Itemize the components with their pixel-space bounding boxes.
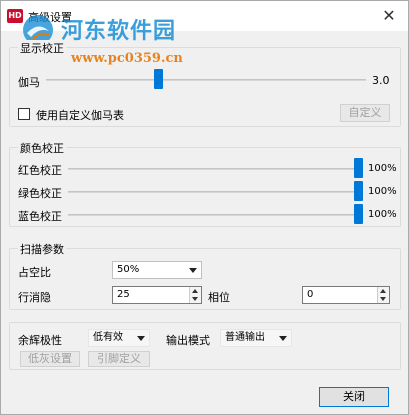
afterglow-polarity-select[interactable]: 低有效 — [88, 329, 150, 347]
color-correction-title: 颜色校正 — [18, 140, 66, 156]
app-icon: HD — [7, 9, 23, 23]
close-button[interactable]: 关闭 — [319, 387, 389, 407]
green-slider-track[interactable] — [68, 191, 358, 193]
close-icon[interactable]: ✕ — [378, 6, 400, 26]
title-bar[interactable]: HD 高级设置 ✕ — [1, 1, 408, 31]
duty-cycle-value: 50% — [117, 264, 140, 275]
phase-spin-buttons[interactable] — [377, 287, 389, 303]
line-blank-spinbox[interactable]: 25 — [112, 286, 202, 304]
phase-label: 相位 — [208, 291, 230, 304]
afterglow-polarity-value: 低有效 — [93, 332, 123, 343]
display-correction-group: 显示校正 伽马 3.0 使用自定义伽马表 自定义 — [9, 40, 401, 127]
spin-up-icon[interactable] — [192, 289, 198, 293]
line-blank-value: 25 — [117, 289, 130, 300]
gamma-value: 3.0 — [372, 74, 390, 87]
gamma-label: 伽马 — [18, 76, 40, 89]
blue-correction-value: 100% — [368, 209, 397, 220]
duty-cycle-select[interactable]: 50% — [112, 261, 202, 279]
duty-cycle-label: 占空比 — [18, 266, 51, 279]
color-correction-group: 颜色校正 红色校正 100% 绿色校正 100% 蓝色校正 100% — [9, 140, 401, 227]
settings-dialog: HD 高级设置 ✕ 河东软件园 www.pc0359.cn 显示校正 伽马 3.… — [0, 0, 409, 415]
green-correction-label: 绿色校正 — [18, 187, 62, 200]
window-title: 高级设置 — [28, 11, 72, 24]
output-mode-select[interactable]: 普通输出 — [220, 329, 292, 347]
phase-value: 0 — [307, 289, 314, 300]
line-blank-spin-buttons[interactable] — [189, 287, 201, 303]
red-slider-track[interactable] — [68, 168, 358, 170]
chevron-down-icon — [137, 336, 145, 341]
green-slider-thumb[interactable] — [354, 181, 363, 201]
custom-gamma-button[interactable]: 自定义 — [340, 104, 390, 122]
output-mode-value: 普通输出 — [225, 332, 265, 343]
spin-up-icon[interactable] — [380, 289, 386, 293]
blue-correction-label: 蓝色校正 — [18, 210, 62, 223]
red-slider-thumb[interactable] — [354, 158, 363, 178]
scan-parameters-group: 扫描参数 占空比 50% 行消隐 25 相位 0 — [9, 241, 401, 310]
gamma-slider-thumb[interactable] — [154, 69, 163, 89]
output-mode-label: 输出模式 — [166, 334, 210, 347]
gamma-slider-track[interactable] — [46, 79, 366, 81]
spin-down-icon[interactable] — [192, 297, 198, 301]
line-blank-label: 行消隐 — [18, 291, 51, 304]
misc-settings-group: 余辉极性 低有效 输出模式 普通输出 低灰设置 引脚定义 — [9, 322, 401, 370]
display-correction-title: 显示校正 — [18, 40, 66, 56]
low-gray-settings-button[interactable]: 低灰设置 — [20, 351, 80, 367]
red-correction-label: 红色校正 — [18, 164, 62, 177]
spin-down-icon[interactable] — [380, 297, 386, 301]
red-correction-value: 100% — [368, 163, 397, 174]
green-correction-value: 100% — [368, 186, 397, 197]
phase-spinbox[interactable]: 0 — [302, 286, 390, 304]
custom-gamma-checkbox-label[interactable]: 使用自定义伽马表 — [36, 107, 124, 123]
chevron-down-icon — [189, 268, 197, 273]
scan-parameters-title: 扫描参数 — [18, 241, 66, 257]
custom-gamma-checkbox[interactable] — [18, 108, 30, 120]
blue-slider-thumb[interactable] — [354, 204, 363, 224]
afterglow-polarity-label: 余辉极性 — [18, 334, 62, 347]
blue-slider-track[interactable] — [68, 214, 358, 216]
chevron-down-icon — [279, 336, 287, 341]
pin-definition-button[interactable]: 引脚定义 — [88, 351, 150, 367]
